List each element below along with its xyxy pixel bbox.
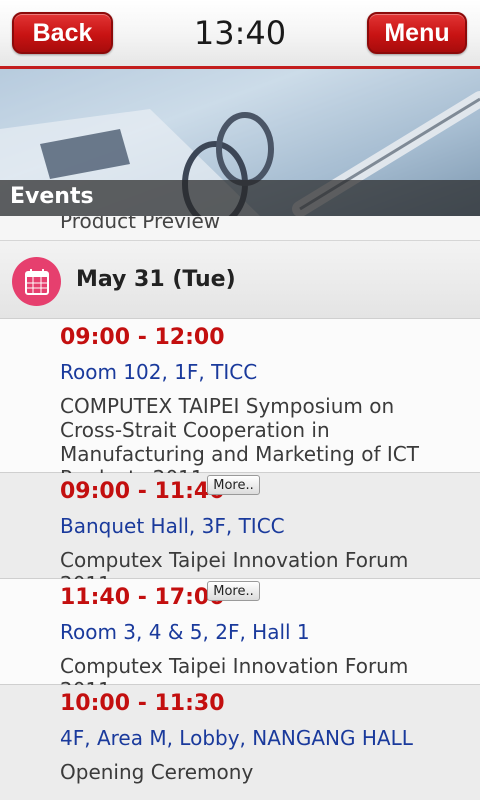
event-time: 09:00 - 11:40 — [60, 479, 225, 504]
day-title: May 31 (Tue) — [76, 267, 236, 292]
back-button[interactable]: Back — [12, 12, 113, 54]
banner-label: Events — [0, 180, 480, 216]
banner-title: Events — [10, 184, 94, 209]
event-row[interactable]: 11:40 - 17:00 More.. Room 3, 4 & 5, 2F, … — [0, 579, 480, 702]
event-time: 10:00 - 11:30 — [60, 691, 225, 716]
more-button[interactable]: More.. — [207, 581, 260, 601]
event-row[interactable]: 09:00 - 11:40 More.. Banquet Hall, 3F, T… — [0, 473, 480, 596]
more-button[interactable]: More.. — [207, 475, 260, 495]
event-location: 4F, Area M, Lobby, NANGANG HALL — [60, 726, 413, 750]
event-location: Room 3, 4 & 5, 2F, Hall 1 — [60, 620, 310, 644]
partial-item-text: Product Preview — [60, 216, 221, 233]
event-location: Banquet Hall, 3F, TICC — [60, 514, 285, 538]
event-time: 09:00 - 12:00 — [60, 325, 225, 350]
events-banner: Events — [0, 69, 480, 216]
event-row[interactable]: 09:00 - 12:00 Room 102, 1F, TICC COMPUTE… — [0, 319, 480, 490]
clock: 13:40 — [193, 14, 287, 52]
event-row[interactable]: 10:00 - 11:30 4F, Area M, Lobby, NANGANG… — [0, 685, 480, 800]
event-title: Opening Ceremony — [60, 760, 254, 784]
calendar-icon — [12, 257, 61, 306]
menu-button[interactable]: Menu — [367, 12, 467, 54]
event-time: 11:40 - 17:00 — [60, 585, 225, 610]
event-location: Room 102, 1F, TICC — [60, 360, 258, 384]
day-header: May 31 (Tue) — [0, 241, 480, 319]
top-bar: Back 13:40 Menu — [0, 0, 480, 69]
list-item[interactable]: Product Preview — [0, 216, 480, 241]
